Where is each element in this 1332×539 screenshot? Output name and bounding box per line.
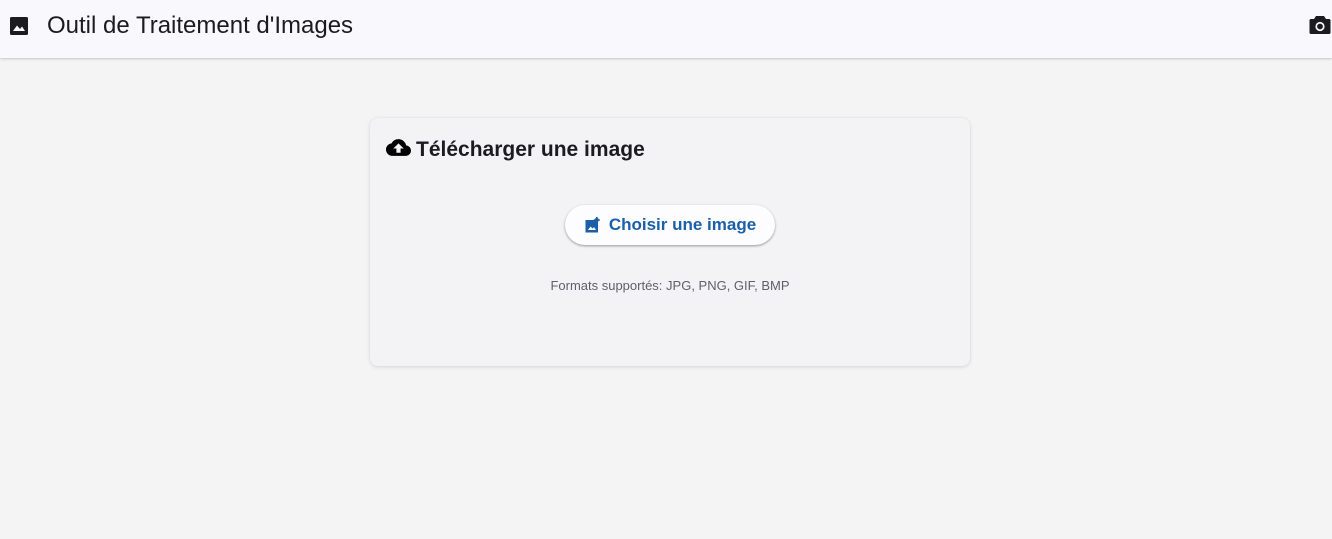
camera-button[interactable] (1309, 14, 1331, 36)
cloud-upload-icon (386, 135, 411, 160)
image-icon (10, 17, 28, 35)
supported-formats-text: Formats supportés: JPG, PNG, GIF, BMP (550, 278, 790, 293)
camera-icon (1309, 16, 1331, 34)
upload-card: Télécharger une image Choisir une image … (370, 118, 970, 366)
choose-image-button[interactable]: Choisir une image (565, 205, 775, 245)
add-photo-icon (584, 216, 601, 234)
card-header: Télécharger une image (386, 135, 645, 165)
card-title: Télécharger une image (416, 138, 645, 161)
choose-image-label: Choisir une image (608, 215, 757, 234)
app-bar: Outil de Traitement d'Images (0, 0, 1332, 58)
app-title: Outil de Traitement d'Images (47, 12, 354, 39)
